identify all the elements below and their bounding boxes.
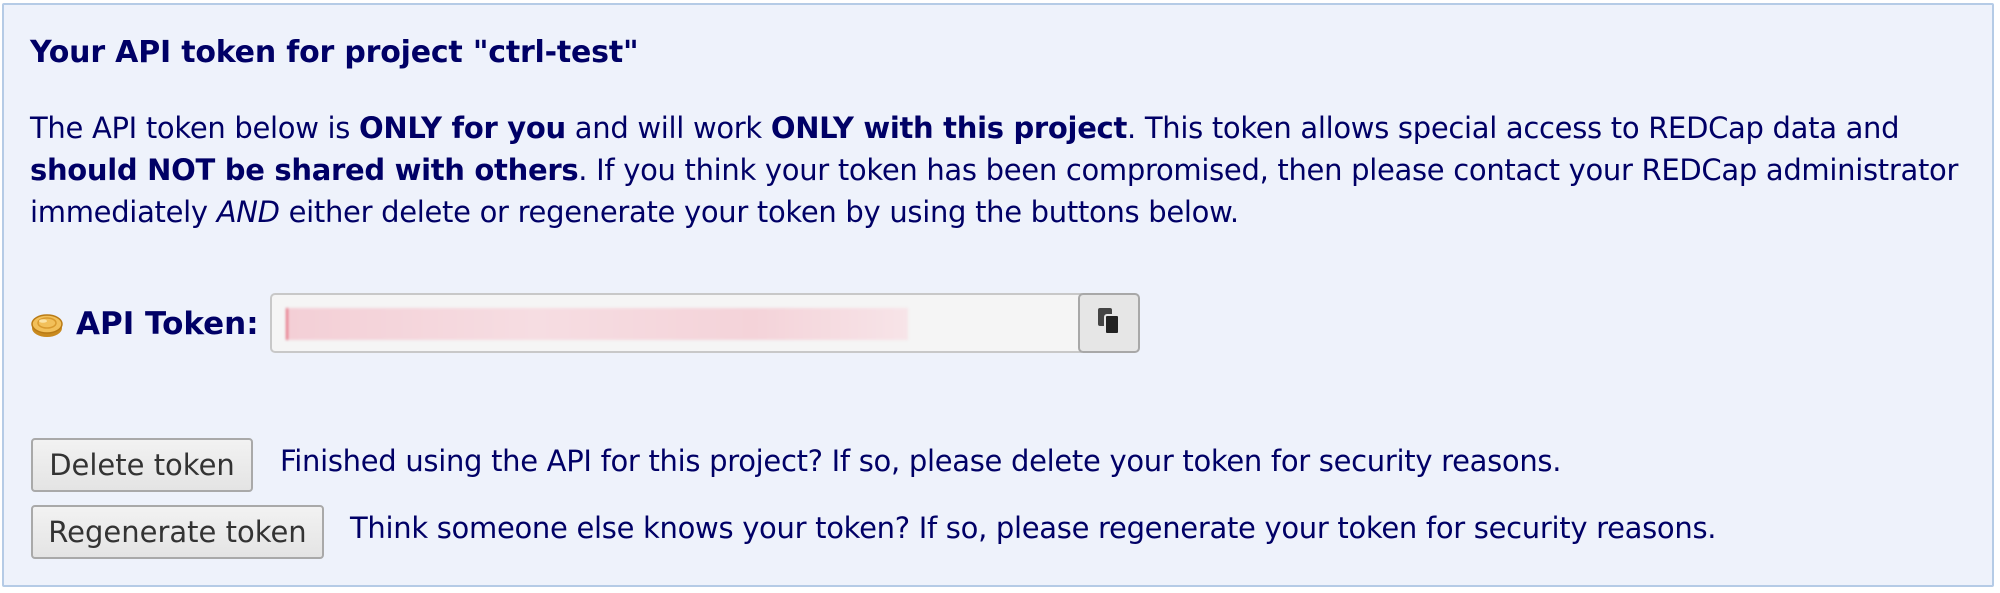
intro-text-part: . This token allows special access to RE… [1127, 111, 1900, 145]
api-token-field[interactable] [270, 293, 1086, 353]
api-token-panel: Your API token for project "ctrl-test" T… [2, 3, 1994, 587]
intro-emphasis-only-this-project: ONLY with this project [770, 111, 1128, 145]
delete-token-description: Finished using the API for this project?… [280, 444, 1562, 478]
intro-emphasis-only-for-you: ONLY for you [359, 111, 566, 145]
intro-text-part: The API token below is [30, 111, 360, 145]
api-token-label: API Token: [76, 306, 259, 342]
intro-emphasis-and: AND [216, 195, 280, 229]
panel-title: Your API token for project "ctrl-test" [30, 35, 639, 70]
intro-text-part: either delete or regenerate your token b… [279, 195, 1240, 229]
intro-text: The API token below is ONLY for you and … [30, 107, 1980, 233]
api-token-row: API Token: [30, 293, 1140, 355]
clipboard-icon [1096, 306, 1122, 340]
delete-token-button[interactable]: Delete token [31, 438, 253, 492]
regenerate-token-button[interactable]: Regenerate token [31, 505, 324, 559]
intro-emphasis-not-shared: should NOT be shared with others [30, 153, 579, 187]
copy-token-button[interactable] [1078, 293, 1140, 353]
coin-icon [30, 307, 64, 341]
regenerate-token-description: Think someone else knows your token? If … [350, 511, 1717, 545]
intro-text-part: and will work [565, 111, 771, 145]
redacted-token-value [286, 308, 908, 340]
